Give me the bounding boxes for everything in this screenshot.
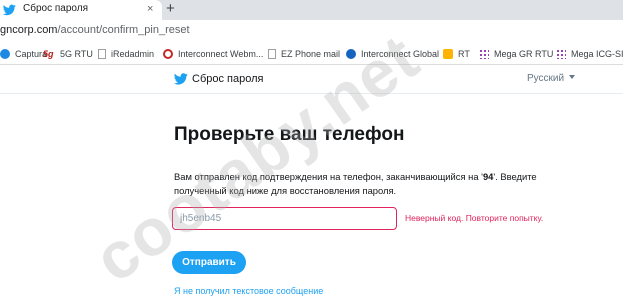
tab-strip: Сброс пароля × + <box>0 0 623 20</box>
bookmark-label: Interconnect Global <box>361 48 440 59</box>
bookmark-iredadmin[interactable]: iRedadmin <box>98 47 154 60</box>
mega-icon <box>556 48 566 59</box>
bookmark-mega-icg-sip[interactable]: Mega ICG-SIP <box>556 47 623 60</box>
url-host: gncorp.com <box>0 24 58 36</box>
submit-button[interactable]: Отправить <box>172 251 246 274</box>
url-path: /account/confirm_pin_reset <box>57 24 190 36</box>
bookmark-label: Mega GR RTU <box>494 48 554 59</box>
bookmark-captura[interactable]: Captura <box>0 47 47 60</box>
page-icon <box>98 48 106 59</box>
bookmark-5g-rtu[interactable]: 5g 5G RTU <box>43 47 93 60</box>
mega-icon <box>479 48 489 59</box>
bookmark-rt[interactable]: RT <box>443 47 470 60</box>
bookmark-label: RT <box>458 48 470 59</box>
tab-title: Сброс пароля <box>23 3 88 14</box>
bookmark-interconnect-global[interactable]: Interconnect Global <box>346 47 439 60</box>
url-text[interactable]: gncorp.com/account/confirm_pin_reset <box>0 24 190 36</box>
bookmark-mega-gr-rtu[interactable]: Mega GR RTU <box>479 47 553 60</box>
bookmark-label: iRedadmin <box>111 48 155 59</box>
verification-code-input[interactable] <box>172 207 397 230</box>
address-bar[interactable]: gncorp.com/account/confirm_pin_reset <box>0 20 623 42</box>
description-text: Вам отправлен код подтверждения на телеф… <box>174 171 483 182</box>
error-message: Неверный код. Повторите попытку. <box>405 213 544 223</box>
bookmark-label: Interconnect Webm... <box>178 48 264 59</box>
close-tab-icon[interactable]: × <box>147 2 153 16</box>
bookmark-label: Mega ICG-SIP <box>571 48 623 59</box>
twitter-logo-icon[interactable] <box>174 73 188 85</box>
language-selector[interactable]: Русский <box>527 73 576 84</box>
page-icon <box>268 48 276 59</box>
site-header: Сброс пароля Русский <box>0 66 623 94</box>
bookmark-label: EZ Phone mail <box>281 48 341 59</box>
no-sms-received-link[interactable]: Я не получил текстовое сообщение <box>174 286 323 296</box>
globe-icon <box>346 48 356 59</box>
language-label: Русский <box>527 73 565 84</box>
verification-description: Вам отправлен код подтверждения на телеф… <box>174 170 554 198</box>
interconnect-icon <box>163 48 173 59</box>
browser-tab-active[interactable]: Сброс пароля × <box>0 0 162 20</box>
page-title: Проверьте ваш телефон <box>174 124 405 145</box>
phone-last-digits: 94 <box>482 171 494 182</box>
5g-logo-icon: 5g <box>43 48 54 59</box>
new-tab-button[interactable]: + <box>166 0 175 18</box>
header-title: Сброс пароля <box>192 73 264 85</box>
caret-down-icon <box>569 75 576 79</box>
bookmarks-bar: Captura 5g 5G RTU iRedadmin Interconnect… <box>0 42 623 65</box>
bookmark-label: 5G RTU <box>60 48 93 59</box>
bookmark-interconnect-webmail[interactable]: Interconnect Webm... <box>163 47 263 60</box>
bookmark-ez-phone-mail[interactable]: EZ Phone mail <box>268 47 340 60</box>
twitter-bird-icon <box>3 4 16 16</box>
captura-icon <box>0 48 10 59</box>
rt-icon <box>443 48 453 59</box>
